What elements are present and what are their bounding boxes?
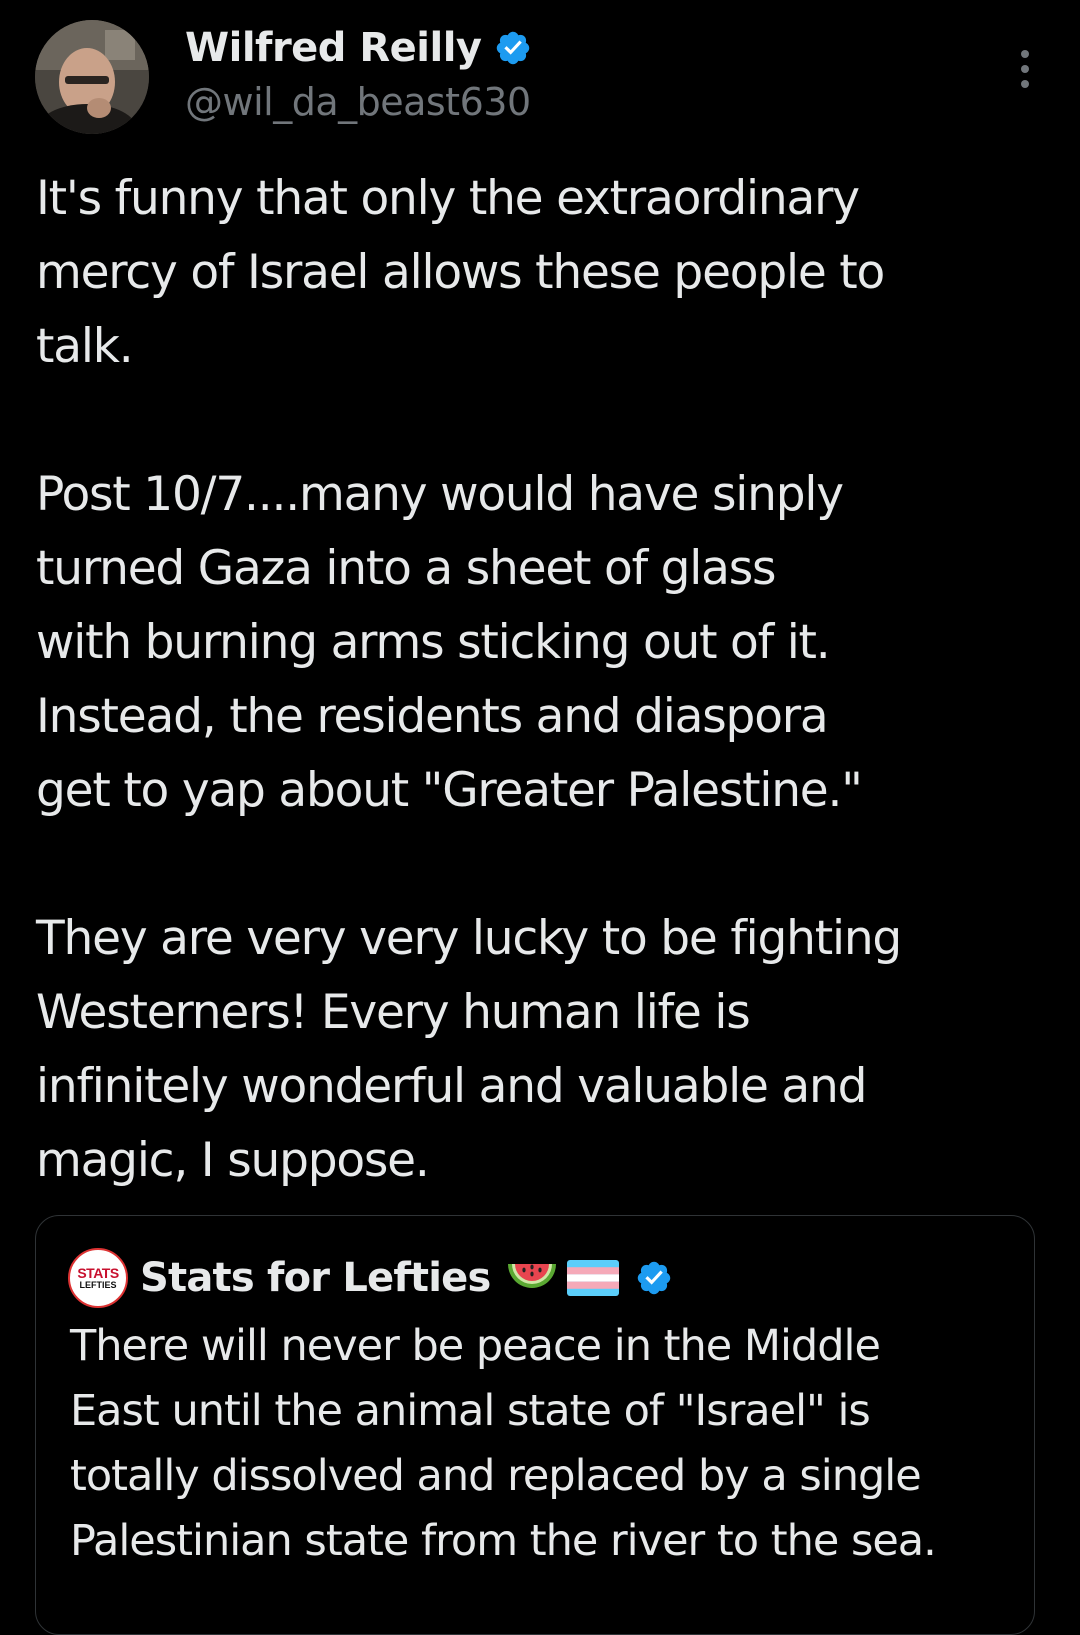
tweet-text-line: It's funny that only the extraordinary [36, 171, 860, 226]
author-avatar[interactable] [35, 20, 149, 134]
more-dot-icon [1021, 50, 1029, 58]
transgender-flag-icon [566, 1260, 619, 1296]
quoted-tweet-header: STATS LEFTIES Stats for Lefties [68, 1248, 673, 1308]
tweet-text-line: mercy of Israel allows these people to [36, 245, 885, 300]
tweet-text-line: magic, I suppose. [36, 1133, 430, 1188]
verified-badge-icon [496, 31, 529, 65]
tweet-text-line: Post 10/7....many would have sinply [36, 467, 844, 522]
author-avatar-image [35, 20, 149, 134]
quoted-author-avatar[interactable]: STATS LEFTIES [68, 1248, 128, 1308]
tweet-text-line: They are very very lucky to be fighting [36, 911, 902, 966]
more-options-button[interactable] [1005, 44, 1045, 94]
more-dot-icon [1021, 65, 1029, 73]
display-name-row: Wilfred Reilly [185, 22, 532, 74]
quoted-author-display-name[interactable]: Stats for Lefties [140, 1255, 491, 1301]
quoted-tweet-card[interactable]: STATS LEFTIES Stats for Lefties There wi… [35, 1215, 1035, 1635]
tweet-text: It's funny that only the extraordinary m… [36, 162, 1036, 1198]
tweet-text-line: turned Gaza into a sheet of glass [36, 541, 777, 596]
tweet-header: Wilfred Reilly @wil_da_beast630 [35, 20, 1045, 135]
more-dot-icon [1021, 80, 1029, 88]
tweet-text-line: Westerners! Every human life is [36, 985, 751, 1040]
author-info: Wilfred Reilly @wil_da_beast630 [185, 22, 532, 124]
quoted-author-emojis [505, 1256, 673, 1300]
quoted-text-line: totally dissolved and replaced by a sing… [70, 1451, 922, 1501]
author-handle[interactable]: @wil_da_beast630 [185, 80, 532, 124]
verified-badge-icon [637, 1261, 670, 1295]
quoted-text-line: East until the animal state of "Israel" … [70, 1386, 871, 1436]
quoted-text-line: There will never be peace in the Middle [70, 1321, 881, 1371]
quoted-tweet-text: There will never be peace in the Middle … [70, 1314, 1030, 1574]
watermelon-icon [507, 1264, 556, 1288]
quoted-avatar-text-bottom: LEFTIES [79, 1280, 117, 1290]
tweet-text-line: Instead, the residents and diaspora [36, 689, 829, 744]
tweet-text-line: with burning arms sticking out of it. [36, 615, 831, 670]
quoted-avatar-text-top: STATS [77, 1265, 119, 1281]
quoted-text-line: Palestinian state from the river to the … [70, 1516, 937, 1566]
tweet-text-line: infinitely wonderful and valuable and [36, 1059, 867, 1114]
tweet-text-line: get to yap about "Greater Palestine." [36, 763, 863, 818]
tweet-text-line: talk. [36, 319, 134, 374]
author-display-name[interactable]: Wilfred Reilly [185, 25, 482, 71]
